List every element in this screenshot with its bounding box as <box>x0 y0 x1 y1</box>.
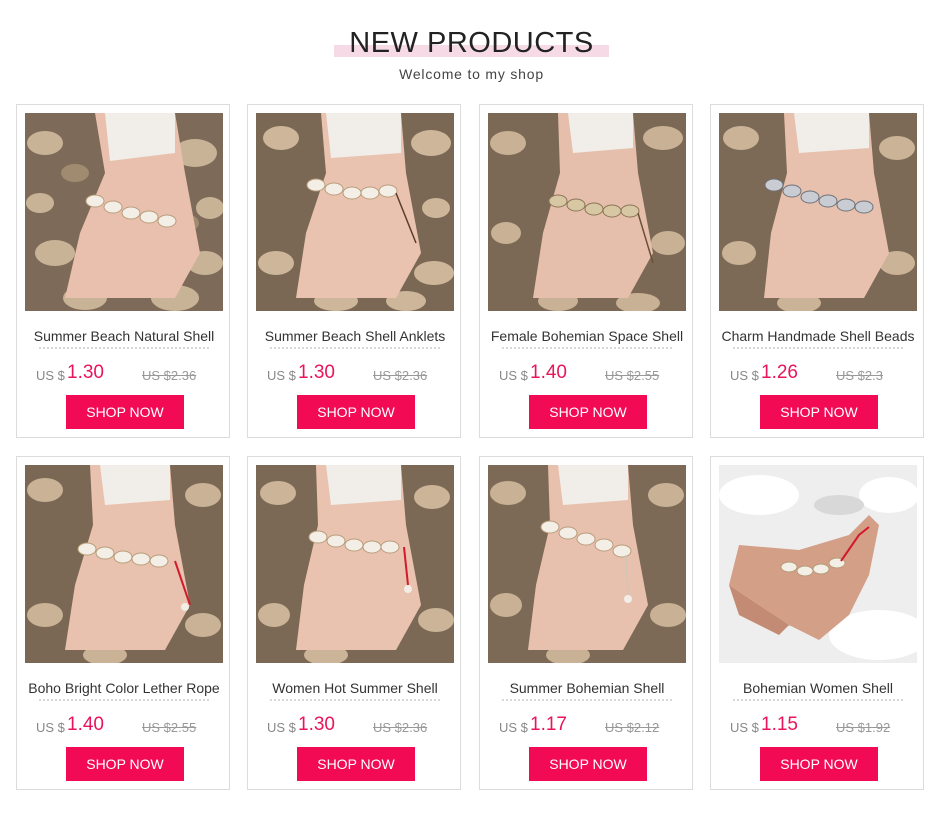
product-card[interactable]: Female Bohemian Space Shell US $ 1.40 US… <box>479 104 693 438</box>
currency-label: US $ <box>730 368 759 383</box>
sale-price: 1.17 <box>530 714 567 735</box>
product-name[interactable]: Summer Beach Natural Shell <box>21 327 227 349</box>
anklet-photo-icon <box>719 465 917 663</box>
currency-label: US $ <box>36 720 65 735</box>
shop-now-button[interactable]: SHOP NOW <box>297 395 415 429</box>
shop-now-button[interactable]: SHOP NOW <box>760 395 878 429</box>
page-title: NEW PRODUCTS <box>349 27 594 59</box>
product-photo[interactable] <box>488 465 686 663</box>
product-name[interactable]: Women Hot Summer Shell <box>252 679 458 701</box>
anklet-photo-icon <box>25 465 223 663</box>
shop-now-button[interactable]: SHOP NOW <box>66 395 184 429</box>
original-price: US $2.36 <box>373 368 428 383</box>
product-photo[interactable] <box>256 113 454 311</box>
sale-price: 1.26 <box>761 362 798 383</box>
anklet-photo-icon <box>25 113 223 311</box>
original-price: US $2.55 <box>142 720 197 735</box>
original-price: US $2.55 <box>605 368 660 383</box>
product-photo[interactable] <box>256 465 454 663</box>
sale-price: 1.40 <box>67 714 104 735</box>
product-card[interactable]: Summer Beach Natural Shell US $ 1.30 US … <box>16 104 230 438</box>
anklet-photo-icon <box>488 113 686 311</box>
name-overflow-line <box>733 699 903 706</box>
currency-label: US $ <box>499 720 528 735</box>
anklet-photo-icon <box>719 113 917 311</box>
currency-label: US $ <box>730 720 759 735</box>
shop-now-button[interactable]: SHOP NOW <box>760 747 878 781</box>
price-row: US $ 1.15 US $1.92 <box>711 713 925 739</box>
title-wrap: NEW PRODUCTS <box>334 26 609 60</box>
name-overflow-line <box>39 347 209 354</box>
sale-price: 1.30 <box>67 362 104 383</box>
original-price: US $2.3 <box>836 368 883 383</box>
product-name[interactable]: Boho Bright Color Lether Rope <box>21 679 227 701</box>
shop-now-button[interactable]: SHOP NOW <box>297 747 415 781</box>
currency-label: US $ <box>267 720 296 735</box>
name-overflow-line <box>39 699 209 706</box>
product-name[interactable]: Bohemian Women Shell <box>715 679 921 701</box>
sale-price: 1.30 <box>298 362 335 383</box>
anklet-photo-icon <box>256 113 454 311</box>
shop-now-button[interactable]: SHOP NOW <box>529 747 647 781</box>
price-row: US $ 1.17 US $2.12 <box>480 713 694 739</box>
product-card[interactable]: Women Hot Summer Shell US $ 1.30 US $2.3… <box>247 456 461 790</box>
currency-label: US $ <box>267 368 296 383</box>
original-price: US $1.92 <box>836 720 891 735</box>
name-overflow-line <box>502 699 672 706</box>
product-name[interactable]: Charm Handmade Shell Beads <box>715 327 921 349</box>
shop-now-button[interactable]: SHOP NOW <box>66 747 184 781</box>
name-overflow-line <box>502 347 672 354</box>
product-photo[interactable] <box>25 113 223 311</box>
product-card[interactable]: Summer Beach Shell Anklets US $ 1.30 US … <box>247 104 461 438</box>
sale-price: 1.30 <box>298 714 335 735</box>
name-overflow-line <box>270 347 440 354</box>
anklet-photo-icon <box>488 465 686 663</box>
name-overflow-line <box>270 699 440 706</box>
original-price: US $2.36 <box>142 368 197 383</box>
product-card[interactable]: Summer Bohemian Shell US $ 1.17 US $2.12… <box>479 456 693 790</box>
currency-label: US $ <box>36 368 65 383</box>
price-row: US $ 1.40 US $2.55 <box>480 361 694 387</box>
section-header: NEW PRODUCTS Welcome to my shop <box>0 0 943 100</box>
page-subtitle: Welcome to my shop <box>399 66 544 82</box>
price-row: US $ 1.30 US $2.36 <box>248 361 462 387</box>
name-overflow-line <box>733 347 903 354</box>
price-row: US $ 1.30 US $2.36 <box>248 713 462 739</box>
product-photo[interactable] <box>488 113 686 311</box>
product-card[interactable]: Charm Handmade Shell Beads US $ 1.26 US … <box>710 104 924 438</box>
original-price: US $2.12 <box>605 720 660 735</box>
price-row: US $ 1.26 US $2.3 <box>711 361 925 387</box>
product-name[interactable]: Female Bohemian Space Shell <box>484 327 690 349</box>
price-row: US $ 1.30 US $2.36 <box>17 361 231 387</box>
product-photo[interactable] <box>25 465 223 663</box>
sale-price: 1.40 <box>530 362 567 383</box>
product-name[interactable]: Summer Bohemian Shell <box>484 679 690 701</box>
sale-price: 1.15 <box>761 714 798 735</box>
shop-now-button[interactable]: SHOP NOW <box>529 395 647 429</box>
product-card[interactable]: Boho Bright Color Lether Rope US $ 1.40 … <box>16 456 230 790</box>
product-photo[interactable] <box>719 465 917 663</box>
product-name[interactable]: Summer Beach Shell Anklets <box>252 327 458 349</box>
product-photo[interactable] <box>719 113 917 311</box>
currency-label: US $ <box>499 368 528 383</box>
original-price: US $2.36 <box>373 720 428 735</box>
anklet-photo-icon <box>256 465 454 663</box>
product-card[interactable]: Bohemian Women Shell US $ 1.15 US $1.92 … <box>710 456 924 790</box>
price-row: US $ 1.40 US $2.55 <box>17 713 231 739</box>
